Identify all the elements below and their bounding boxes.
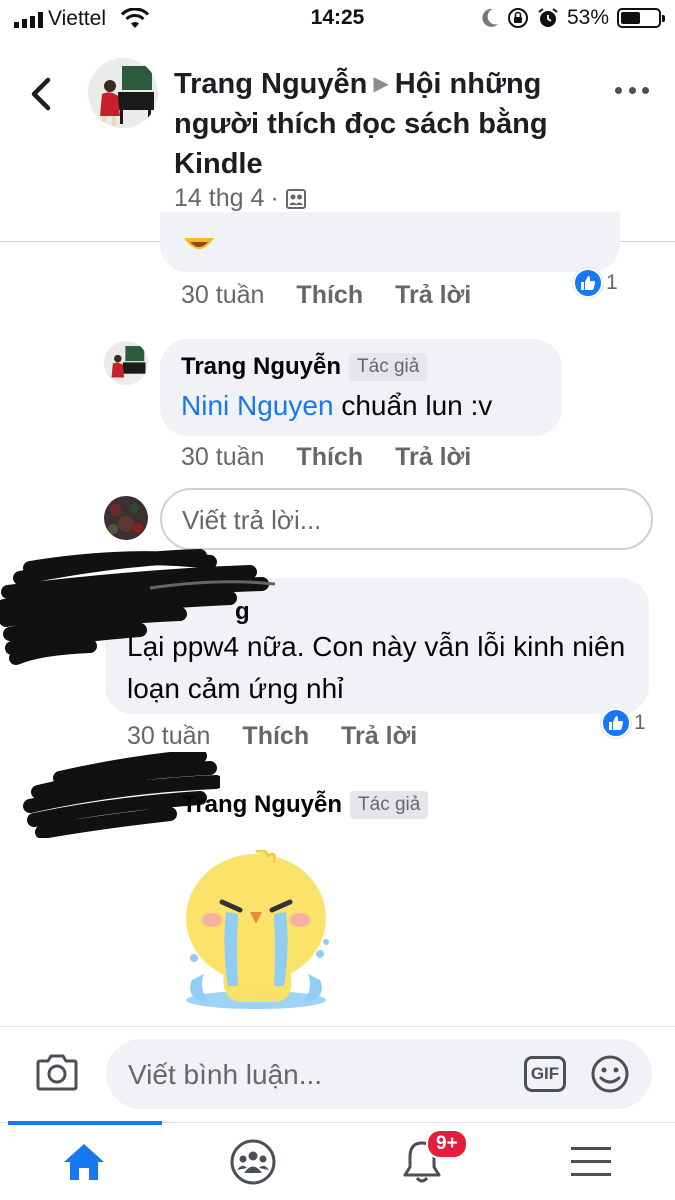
comment-time[interactable]: 30 tuần: [181, 443, 264, 472]
like-button[interactable]: Thích: [296, 443, 363, 472]
bottom-nav: 9+: [0, 1121, 675, 1200]
battery-percent: 53%: [566, 6, 609, 29]
reply-placeholder: Viết trả lời...: [182, 505, 322, 535]
group-members-icon: [285, 188, 306, 209]
post-meta: 14 thg 4 ·: [174, 184, 307, 213]
reaction-count[interactable]: 1: [601, 708, 646, 738]
gif-button[interactable]: GIF: [524, 1056, 566, 1092]
camera-icon[interactable]: [34, 1053, 80, 1093]
notification-badge: 9+: [426, 1129, 468, 1159]
rotation-lock-icon: [507, 8, 528, 28]
emoji-icon[interactable]: [590, 1054, 630, 1094]
post-date[interactable]: 14 thg 4: [174, 184, 264, 213]
author-badge: Tác giả: [350, 791, 429, 819]
comment-time[interactable]: 30 tuần: [181, 281, 264, 310]
comment-actions: 30 tuần Thích Trả lời: [181, 443, 503, 472]
author-badge: Tác giả: [349, 353, 428, 381]
author-name[interactable]: Trang Nguyễn: [174, 68, 367, 100]
crying-chick-sticker: [186, 850, 329, 1009]
nav-groups[interactable]: [169, 1123, 337, 1200]
wifi-icon: [121, 8, 149, 28]
back-arrow-icon[interactable]: [24, 74, 60, 114]
nav-home[interactable]: [0, 1123, 168, 1200]
reply-button[interactable]: Trả lời: [341, 722, 417, 751]
reaction-count[interactable]: 1: [573, 268, 618, 298]
like-button[interactable]: Thích: [242, 722, 309, 751]
groups-icon: [230, 1139, 276, 1185]
signal-icon: [14, 12, 43, 28]
mention-link[interactable]: Nini Nguyen: [181, 390, 334, 421]
commenter-avatar[interactable]: [104, 341, 148, 385]
redaction-scribble: [0, 549, 276, 665]
menu-icon: [571, 1147, 611, 1176]
nav-menu[interactable]: [507, 1123, 675, 1200]
comment-author[interactable]: Trang Nguyễn: [182, 791, 342, 818]
status-bar: Viettel 14:25 53%: [0, 0, 675, 40]
reply-button[interactable]: Trả lời: [395, 443, 471, 472]
battery-icon: [617, 8, 665, 28]
comment-bubble: Trang Nguyễn Tác giả Nini Nguyen chuẩn lu…: [160, 339, 562, 436]
thumbs-up-icon: [573, 268, 603, 298]
home-icon: [64, 1144, 104, 1180]
meta-separator: ·: [270, 184, 279, 212]
comment-actions: 30 tuần Thích Trả lời: [127, 722, 449, 751]
author-avatar[interactable]: [88, 58, 158, 128]
moon-icon: [482, 8, 498, 27]
alarm-icon: [538, 8, 558, 27]
comment-author[interactable]: Trang Nguyễn: [181, 353, 341, 380]
carrier-name: Viettel: [48, 7, 106, 30]
comment-actions: 30 tuần Thích Trả lời: [181, 281, 503, 310]
comment-time[interactable]: 30 tuần: [127, 722, 210, 751]
more-options-icon[interactable]: [615, 84, 649, 96]
reply-input[interactable]: Viết trả lời...: [160, 488, 653, 550]
comment-input[interactable]: Viết bình luận... GIF: [106, 1039, 652, 1109]
current-user-avatar: [104, 496, 148, 540]
reply-button[interactable]: Trả lời: [395, 281, 471, 310]
comment-text: Nini Nguyen chuẩn lun :v: [181, 390, 493, 421]
post-title: Trang Nguyễn ▶ Hội những người thích đọc s…: [174, 64, 594, 184]
arrow-right-icon: ▶: [373, 73, 389, 95]
comment-placeholder: Viết bình luận...: [128, 1059, 323, 1090]
thumbs-up-icon: [601, 708, 631, 738]
nav-notifications[interactable]: 9+: [338, 1123, 506, 1200]
laughing-emoji-icon: [184, 238, 214, 249]
comment-composer: Viết bình luận... GIF: [0, 1026, 675, 1122]
like-button[interactable]: Thích: [296, 281, 363, 310]
comment-bubble: [160, 212, 620, 272]
